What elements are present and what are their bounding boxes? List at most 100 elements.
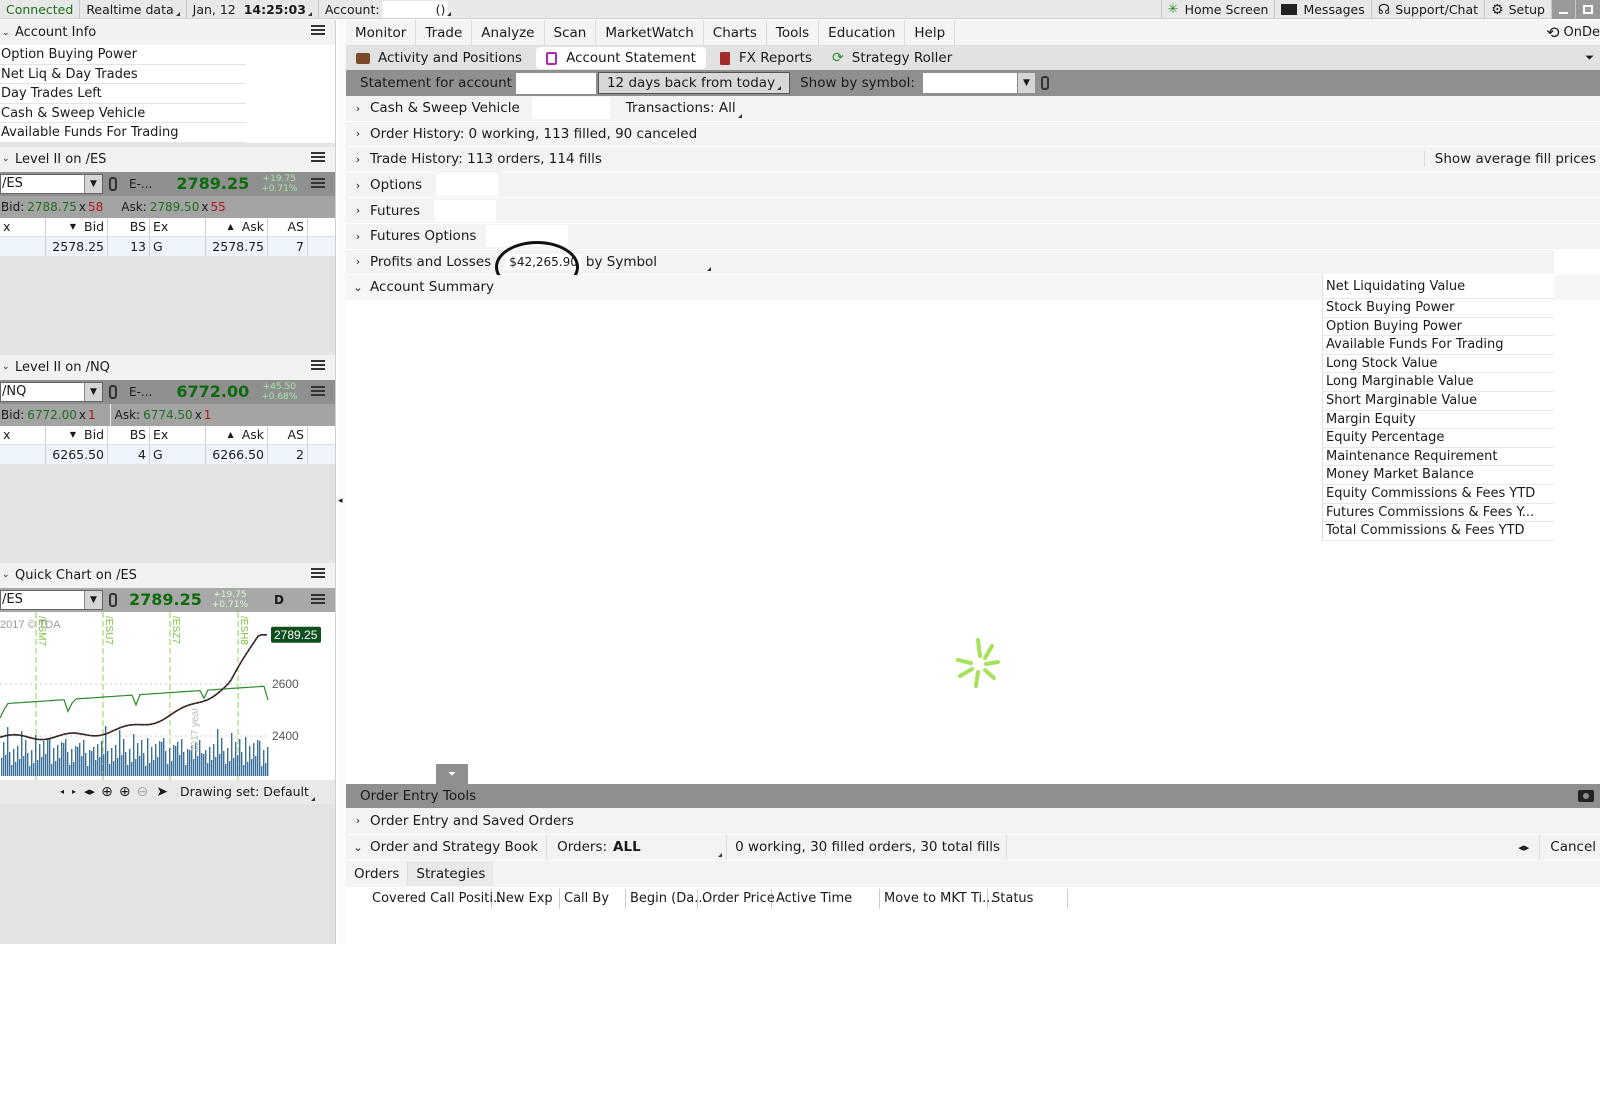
zoom-in-icon[interactable]: ⊕ — [119, 784, 131, 800]
clock[interactable]: Jan, 12 14:25:03 — [187, 0, 319, 19]
tab-strategies[interactable]: Strategies — [408, 861, 494, 887]
section-label[interactable]: Order and Strategy Book — [370, 839, 538, 855]
menu-monitor[interactable]: Monitor — [346, 19, 417, 46]
column-header[interactable]: ▼ Bid — [46, 217, 108, 236]
link-icon[interactable] — [1040, 76, 1049, 90]
chart-expand-icon[interactable]: ◂▸ — [84, 785, 95, 798]
column-header[interactable]: BS — [108, 217, 150, 236]
collapse-tabs-icon[interactable]: ⏷ — [1585, 51, 1594, 65]
column-header[interactable]: ▼ Bid — [46, 425, 108, 444]
date-range-selector[interactable]: 12 days back from today — [597, 72, 791, 94]
quick-chart-header[interactable]: ⌄ Quick Chart on /ES — [0, 562, 335, 588]
tab-orders[interactable]: Orders — [346, 861, 409, 887]
tab-strategy-roller[interactable]: ⟳ Strategy Roller — [822, 47, 962, 69]
crosshair-icon[interactable]: ⊕ — [101, 784, 113, 800]
data-feed-status[interactable]: Realtime data — [80, 0, 187, 19]
panel-splitter[interactable]: ◂ — [337, 20, 346, 944]
section-order-history[interactable]: › Order History: 0 working, 113 filled, … — [346, 121, 1600, 148]
link-icon[interactable] — [109, 592, 117, 607]
by-symbol-selector[interactable]: by Symbol — [586, 254, 657, 270]
messages-button[interactable]: Messages — [1275, 0, 1372, 19]
support-chat-button[interactable]: ☊ Support/Chat — [1372, 0, 1486, 19]
show-average-fill-toggle[interactable]: Show average fill prices — [1423, 151, 1596, 168]
tab-account-statement[interactable]: Account Statement — [536, 47, 706, 69]
drawing-set-selector[interactable]: Drawing set: Default — [180, 784, 309, 799]
menu-icon[interactable] — [311, 359, 325, 372]
column-header[interactable]: AS — [268, 217, 308, 236]
transactions-filter[interactable]: Transactions: All — [626, 100, 736, 116]
menu-trade[interactable]: Trade — [416, 19, 473, 46]
account-info-item[interactable]: Net Liq & Day Trades — [0, 64, 246, 85]
menu-tools[interactable]: Tools — [767, 19, 820, 46]
menu-analyze[interactable]: Analyze — [472, 19, 545, 46]
chevron-down-icon[interactable]: ▼ — [84, 382, 102, 401]
menu-help[interactable]: Help — [905, 19, 956, 46]
statement-account-input[interactable] — [515, 72, 596, 94]
setup-button[interactable]: ⚙ Setup — [1485, 0, 1552, 19]
chart-scroll-right-icon[interactable]: ▸ — [72, 787, 76, 796]
level2-es-header[interactable]: ⌄ Level II on /ES — [0, 146, 335, 172]
menu-icon[interactable] — [311, 593, 325, 606]
menu-education[interactable]: Education — [819, 19, 906, 46]
cancel-button[interactable]: Cancel — [1540, 839, 1600, 855]
symbol-filter-input[interactable]: ▼ — [922, 73, 1035, 93]
chart-period-button[interactable]: D — [274, 593, 284, 607]
column-header[interactable]: Active Time — [772, 888, 880, 909]
chevron-down-icon[interactable]: ▼ — [84, 590, 102, 609]
chevron-down-icon[interactable]: ▼ — [1016, 73, 1035, 93]
minimize-button[interactable] — [1552, 0, 1576, 19]
column-header[interactable]: x — [0, 425, 46, 444]
menu-scan[interactable]: Scan — [545, 19, 597, 46]
chart-scroll-left-icon[interactable]: ◂ — [60, 787, 64, 796]
level2-nq-header[interactable]: ⌄ Level II on /NQ — [0, 354, 335, 380]
menu-icon[interactable] — [311, 177, 325, 190]
link-icon[interactable] — [109, 384, 117, 399]
section-trade-history[interactable]: › Trade History: 113 orders, 114 fills S… — [346, 147, 1600, 173]
link-icon[interactable] — [109, 176, 117, 191]
column-header[interactable]: Call By — [560, 888, 626, 909]
column-header[interactable]: Begin (Da... — [626, 888, 707, 909]
tab-activity-positions[interactable]: Activity and Positions — [346, 47, 532, 69]
section-profits-losses[interactable]: › Profits and Losses $42,265.90 by Symbo… — [346, 240, 1554, 293]
column-header[interactable]: x — [0, 217, 46, 236]
section-options[interactable]: › Options — [346, 172, 1600, 199]
column-header[interactable]: Ex — [150, 217, 206, 236]
column-header[interactable]: Covered Call Positi... — [368, 888, 505, 909]
menu-icon[interactable] — [311, 25, 325, 37]
column-header[interactable]: BS — [108, 425, 150, 444]
symbol-input[interactable]: /ES ▼ — [0, 589, 103, 610]
ondemand-button[interactable]: ⟲ OnDe — [1546, 23, 1600, 42]
column-header[interactable]: New Exp — [492, 888, 560, 909]
chevron-down-icon[interactable]: ▼ — [84, 174, 102, 193]
home-screen-button[interactable]: ✳ Home Screen — [1160, 0, 1276, 19]
cursor-icon[interactable]: ➤ — [156, 784, 168, 800]
order-entry-saved-orders-row[interactable]: › Order Entry and Saved Orders — [346, 808, 1600, 834]
symbol-input[interactable]: /NQ ▼ — [0, 381, 103, 402]
orders-filter[interactable]: Orders: ALL — [546, 834, 726, 860]
tab-fx-reports[interactable]: FX Reports — [710, 47, 822, 69]
column-header[interactable]: Order Price — [698, 888, 775, 909]
column-header[interactable]: ▲ Ask — [206, 425, 268, 444]
quick-chart-area[interactable]: 2600 2400/ESM7/ESU7/ESZ7/ESH8 2017 © TDA 20… — [0, 611, 335, 780]
account-info-item[interactable]: Option Buying Power — [0, 45, 246, 65]
column-header[interactable]: Ex — [150, 425, 206, 444]
expand-columns-icon[interactable]: ◂▸ — [1508, 834, 1541, 860]
symbol-input[interactable]: /ES ▼ — [0, 173, 103, 194]
camera-icon[interactable] — [1578, 790, 1594, 802]
order-panel-splitter-handle[interactable]: ⏷ — [436, 764, 468, 784]
maximize-button[interactable] — [1576, 0, 1600, 19]
section-cash-sweep[interactable]: › Cash & Sweep Vehicle Transactions: All — [346, 96, 1600, 122]
order-entry-tools-header[interactable]: Order Entry Tools — [346, 784, 1600, 808]
column-header[interactable]: AS — [268, 425, 308, 444]
menu-charts[interactable]: Charts — [704, 19, 767, 46]
menu-icon[interactable] — [311, 151, 325, 164]
column-header[interactable]: ▲ Ask — [206, 217, 268, 236]
column-header[interactable]: Move to MKT Ti... — [880, 888, 995, 909]
section-futures[interactable]: › Futures — [346, 198, 1600, 224]
account-selector[interactable]: Account: () — [319, 0, 457, 19]
column-header[interactable]: Status — [988, 888, 1068, 909]
menu-icon[interactable] — [311, 567, 325, 580]
menu-marketwatch[interactable]: MarketWatch — [596, 19, 704, 46]
menu-icon[interactable] — [311, 385, 325, 398]
account-info-header[interactable]: ⌄ Account Info — [0, 20, 335, 45]
